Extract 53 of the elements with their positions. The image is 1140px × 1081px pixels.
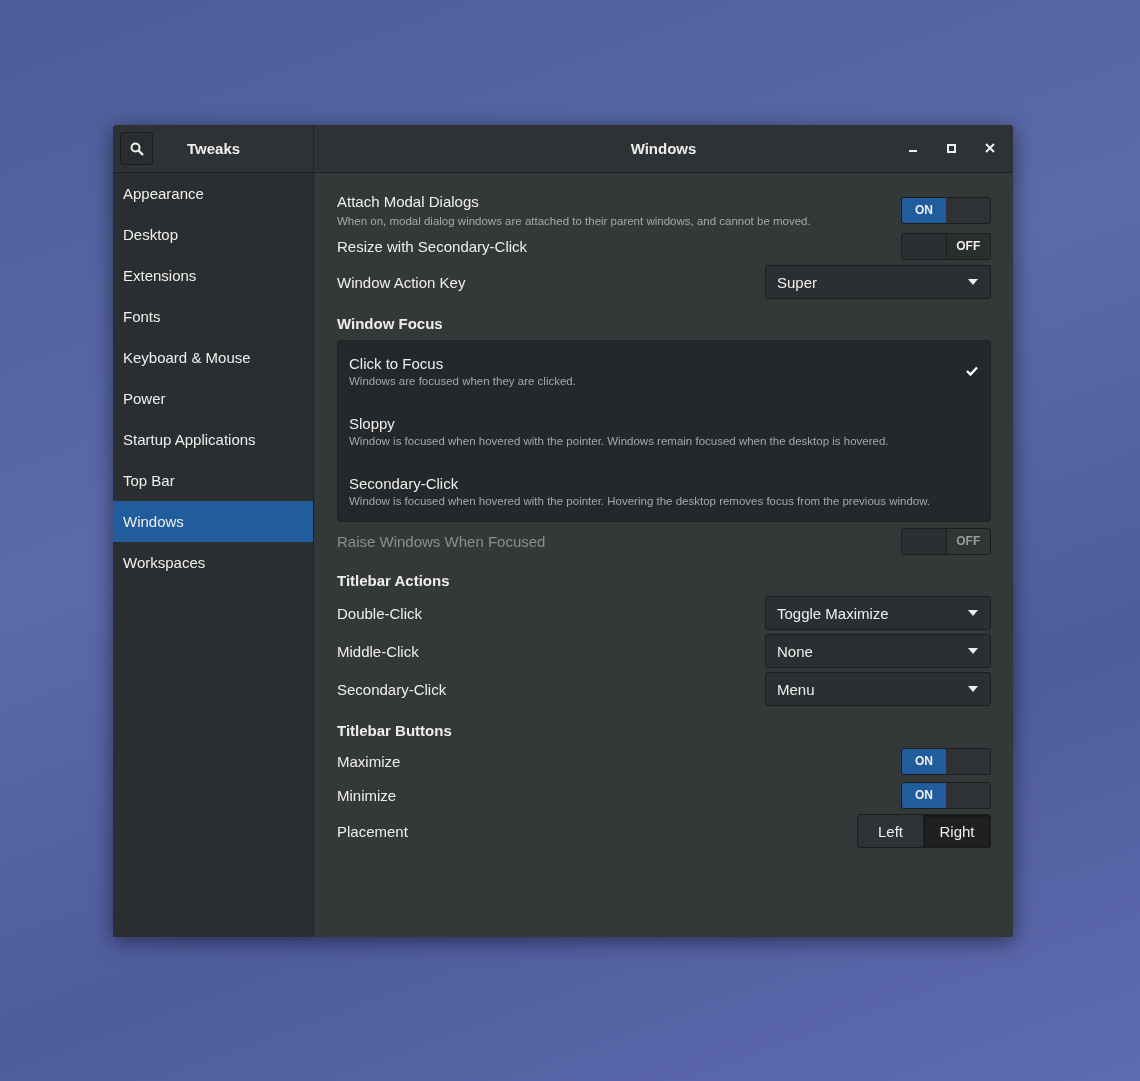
- setting-label: Double-Click: [337, 604, 423, 622]
- setting-label: Resize with Secondary-Click: [337, 237, 528, 255]
- sidebar-item[interactable]: Windows: [113, 501, 313, 542]
- toggle-switch[interactable]: ON: [901, 747, 991, 775]
- segment-button[interactable]: Left: [857, 814, 924, 848]
- window-title: Windows: [630, 140, 697, 157]
- option-title: Secondary-Click: [349, 475, 460, 492]
- option-description: Window is focused when hovered with the pointer. Windows remain focused when the desktop is hovered.: [349, 435, 889, 447]
- dropdown[interactable]: Super: [765, 265, 991, 299]
- sidebar-item[interactable]: Power: [113, 378, 313, 419]
- setting-label: Maximize: [337, 752, 401, 770]
- caret-icon: [968, 279, 978, 285]
- sidebar-item[interactable]: Workspaces: [113, 542, 313, 583]
- sidebar-item[interactable]: Appearance: [113, 173, 313, 214]
- setting-label: Placement: [337, 822, 408, 840]
- focus-option[interactable]: Sloppy Window is focused when hovered with the pointer. Windows remain focused when the desktop is hovered.: [338, 401, 990, 461]
- setting-label: Attach Modal Dialogs: [337, 193, 480, 210]
- toggle-switch[interactable]: ON: [901, 196, 991, 224]
- sidebar-item[interactable]: Fonts: [113, 296, 313, 337]
- dropdown[interactable]: None: [765, 634, 991, 668]
- toggle-switch[interactable]: OFF: [901, 232, 991, 260]
- setting-description: When on, modal dialog windows are attached to their parent windows, and cannot be moved.: [337, 215, 811, 227]
- sidebar-item[interactable]: Keyboard & Mouse: [113, 337, 313, 378]
- section-heading: Window Focus: [337, 314, 444, 334]
- maximize-icon[interactable]: [947, 143, 956, 153]
- app-title: Tweaks: [187, 140, 241, 157]
- toggle-switch[interactable]: ON: [901, 781, 991, 809]
- option-title: Click to Focus: [349, 355, 445, 372]
- focus-option[interactable]: Click to Focus Windows are focused when they are clicked.: [338, 341, 990, 401]
- search-icon: [129, 141, 144, 156]
- close-icon[interactable]: [985, 143, 995, 153]
- caret-icon: [968, 648, 978, 654]
- sidebar-item[interactable]: Startup Applications: [113, 419, 313, 460]
- section-heading: Titlebar Buttons: [337, 721, 453, 741]
- sidebar-item[interactable]: Top Bar: [113, 460, 313, 501]
- setting-label: Middle-Click: [337, 642, 419, 660]
- setting-label: Minimize: [337, 786, 397, 804]
- segment-button[interactable]: Right: [924, 814, 991, 848]
- sidebar-item[interactable]: Extensions: [113, 255, 313, 296]
- setting-label: Raise Windows When Focused: [337, 532, 546, 550]
- caret-icon: [968, 686, 978, 692]
- setting-label: Secondary-Click: [337, 680, 447, 698]
- focus-option[interactable]: Secondary-Click Window is focused when hovered with the pointer. Hovering the desktop removes focus from the previous window.: [338, 461, 990, 521]
- dropdown[interactable]: Toggle Maximize: [765, 596, 991, 630]
- caret-icon: [968, 610, 978, 616]
- setting-label: Window Action Key: [337, 273, 466, 291]
- option-description: Windows are focused when they are clicked.: [349, 375, 576, 387]
- sidebar-item[interactable]: Desktop: [113, 214, 313, 255]
- search-button[interactable]: [120, 132, 153, 165]
- dropdown[interactable]: Menu: [765, 672, 991, 706]
- option-description: Window is focused when hovered with the pointer. Hovering the desktop removes focus from the previous window.: [349, 495, 931, 507]
- section-heading: Titlebar Actions: [337, 571, 451, 591]
- option-title: Sloppy: [349, 415, 396, 432]
